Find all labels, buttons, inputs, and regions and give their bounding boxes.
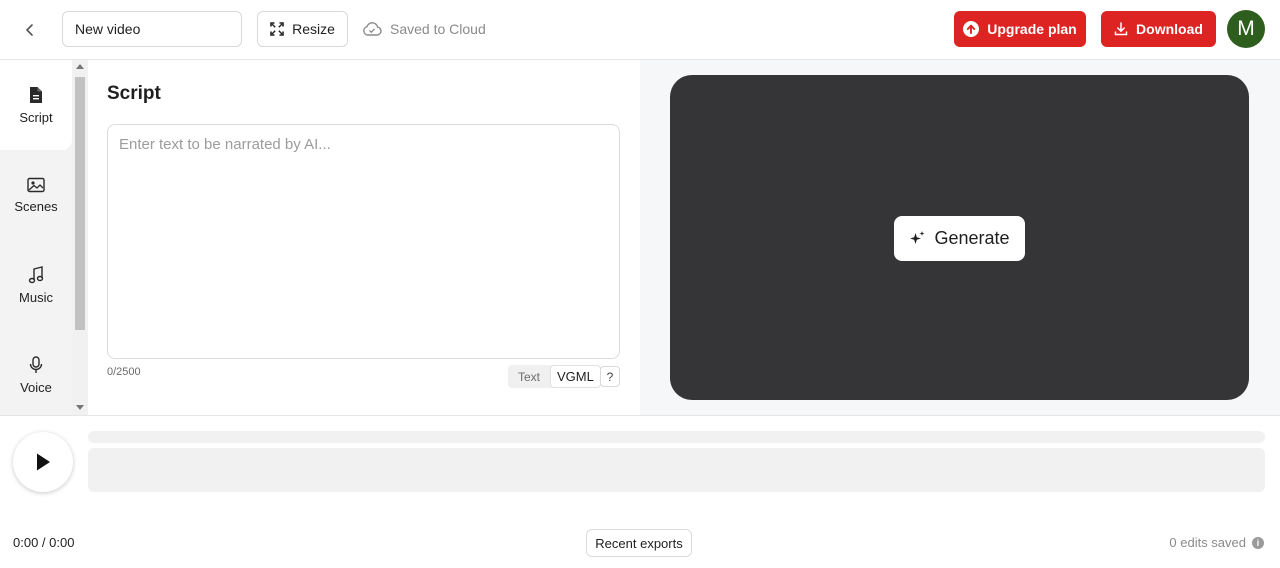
sidebar-item-label: Voice [20,379,52,395]
preview-area: Generate [640,60,1280,415]
scroll-down-arrow[interactable] [76,405,84,410]
sidebar-scrollbar[interactable] [72,60,88,415]
video-title-input[interactable] [62,11,242,47]
music-note-icon [28,265,44,283]
sidebar-item-voice[interactable]: Voice [0,330,72,420]
user-avatar[interactable]: M [1227,10,1265,48]
document-icon [30,86,42,103]
download-icon [1114,22,1128,36]
sidebar-item-scenes[interactable]: Scenes [0,150,72,240]
arrow-up-circle-icon [963,21,980,37]
microphone-icon [29,355,43,373]
upgrade-plan-button[interactable]: Upgrade plan [954,11,1086,47]
script-textarea[interactable] [107,124,620,359]
sidebar-item-label: Music [19,289,53,305]
play-icon [37,453,50,471]
help-button[interactable]: ? [600,366,620,387]
sidebar-item-label: Script [19,109,53,125]
character-count: 0/2500 [107,366,141,378]
chevron-left-icon [26,24,33,36]
back-button[interactable] [16,16,44,44]
download-button[interactable]: Download [1101,11,1216,47]
scrollbar-thumb[interactable] [75,77,85,330]
generate-label: Generate [934,228,1010,248]
upgrade-plan-label: Upgrade plan [987,21,1077,37]
format-toggle: Text VGML [508,365,601,388]
play-button[interactable] [13,432,73,492]
sidebar-item-label: Scenes [14,198,58,214]
avatar-initial: M [1237,17,1255,40]
scroll-up-arrow[interactable] [76,64,84,69]
timeline: 0:00 / 0:00 Recent exports 0 edits saved… [0,415,1280,568]
timeline-ruler[interactable] [88,431,1265,443]
save-status-label: Saved to Cloud [390,21,486,37]
edits-saved-status: 0 edits saved i [1169,535,1264,550]
sparkles-icon [910,231,925,244]
timeline-track[interactable] [88,448,1265,492]
format-option-vgml[interactable]: VGML [550,365,601,388]
resize-icon [270,22,284,36]
script-panel: Script 0/2500 Text VGML ? [88,60,640,415]
sidebar-nav: Script Scenes Music Voice [0,60,72,415]
info-icon[interactable]: i [1252,536,1264,549]
recent-exports-button[interactable]: Recent exports [586,529,692,557]
generate-button[interactable]: Generate [894,216,1025,261]
save-status: Saved to Cloud [362,19,486,39]
format-option-text[interactable]: Text [508,365,550,388]
time-display: 0:00 / 0:00 [13,535,75,550]
resize-label: Resize [292,21,335,37]
sidebar-item-script[interactable]: Script [0,60,72,150]
sidebar-item-music[interactable]: Music [0,240,72,330]
top-bar: Resize Saved to Cloud Upgrade plan Downl… [0,0,1280,60]
resize-button[interactable]: Resize [257,11,348,47]
download-label: Download [1136,21,1203,37]
edits-saved-label: 0 edits saved [1169,535,1246,550]
video-preview-canvas: Generate [670,75,1249,400]
panel-title: Script [107,83,161,104]
image-icon [27,177,45,192]
cloud-check-icon [363,22,382,36]
